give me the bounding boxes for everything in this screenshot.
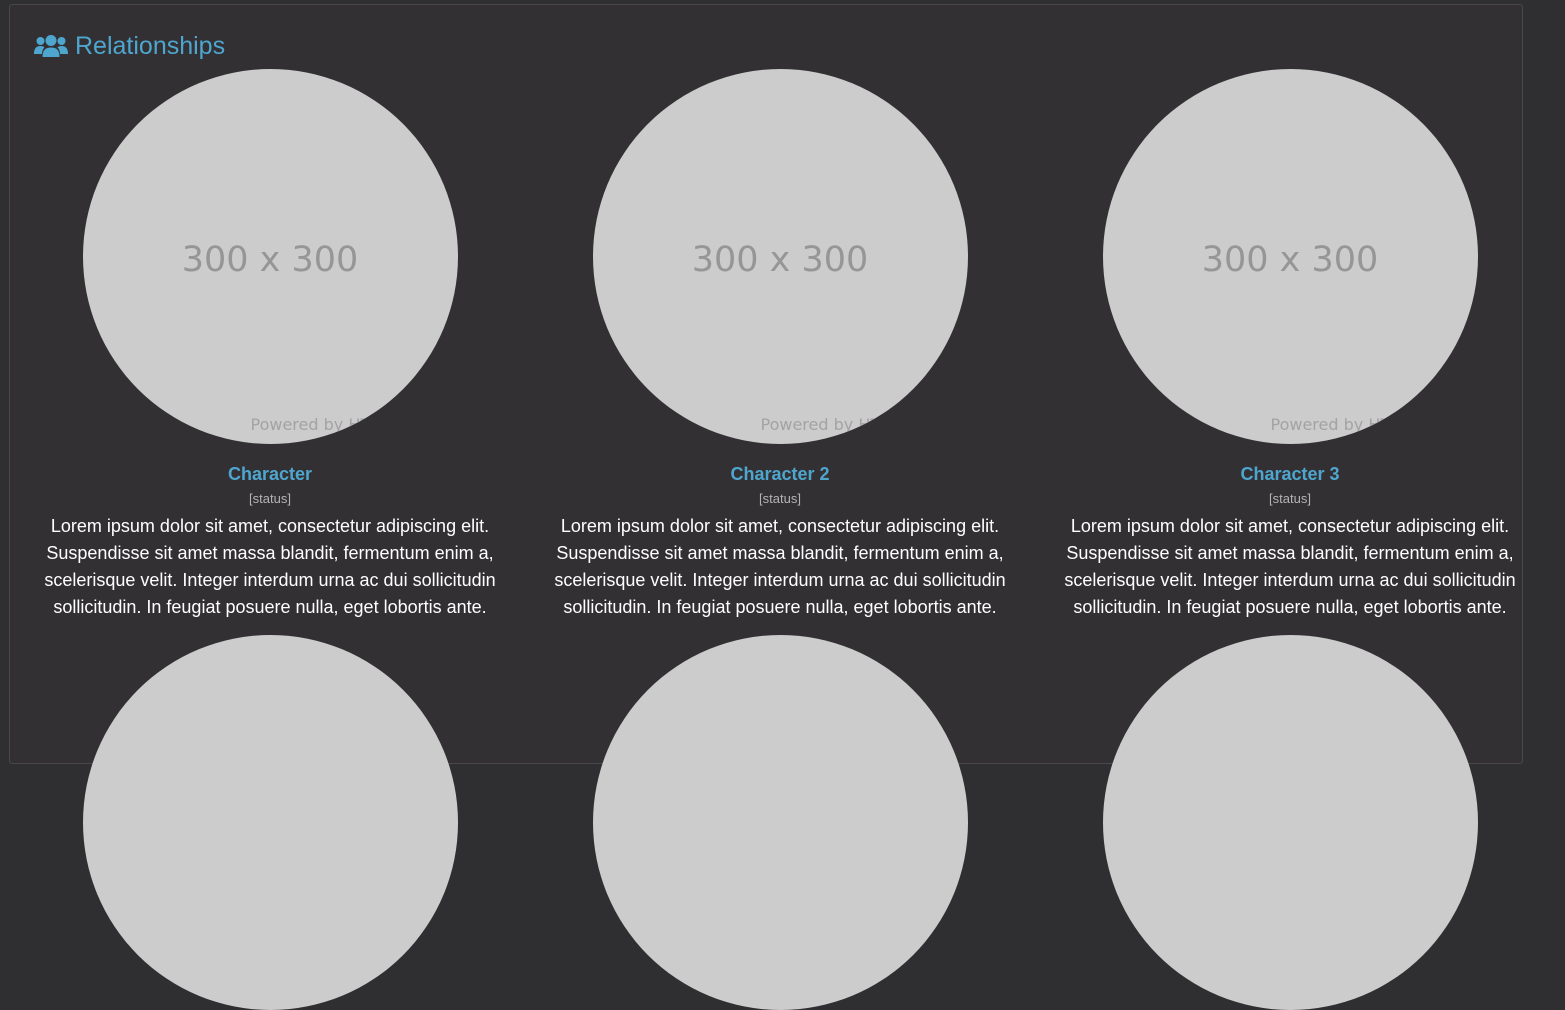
placeholder-size-text: 300 x 300: [1201, 240, 1379, 280]
character-description: Lorem ipsum dolor sit amet, consectetur …: [554, 516, 1006, 617]
character-avatar: 300 x 300 Powered by HTML.COM: [592, 69, 968, 444]
character-name[interactable]: Character: [20, 463, 520, 485]
section-title-text: Relationships: [75, 32, 226, 60]
character-avatar: [82, 635, 458, 1010]
section-title: Relationships: [34, 31, 225, 61]
character-avatar: 300 x 300 Powered by HTML.COM: [1102, 69, 1478, 444]
placeholder-powered-text: Powered by HTML.COM: [760, 415, 946, 434]
character-card: [20, 635, 520, 1010]
character-status: [status]: [1269, 491, 1311, 506]
character-description: Lorem ipsum dolor sit amet, consectetur …: [1064, 516, 1516, 617]
placeholder-powered-text: Powered by HTML.COM: [1270, 415, 1456, 434]
character-card: 300 x 300 Powered by HTML.COM Character …: [530, 69, 1030, 621]
character-card: [530, 635, 1030, 1010]
character-avatar: 300 x 300 Powered by HTML.COM: [82, 69, 458, 444]
character-status: [status]: [249, 491, 291, 506]
character-avatar: [592, 635, 968, 1010]
character-card: 300 x 300 Powered by HTML.COM Character …: [20, 69, 520, 621]
placeholder-powered-text: Powered by HTML.COM: [250, 415, 436, 434]
users-icon: [34, 33, 68, 59]
character-card: 300 x 300 Powered by HTML.COM Character …: [1040, 69, 1540, 621]
character-description: Lorem ipsum dolor sit amet, consectetur …: [44, 516, 496, 617]
character-name[interactable]: Character 2: [530, 463, 1030, 485]
placeholder-size-text: 300 x 300: [181, 240, 359, 280]
character-status: [status]: [759, 491, 801, 506]
character-avatar: [1102, 635, 1478, 1010]
character-card: [1040, 635, 1540, 1010]
placeholder-size-text: 300 x 300: [691, 240, 869, 280]
character-name[interactable]: Character 3: [1040, 463, 1540, 485]
